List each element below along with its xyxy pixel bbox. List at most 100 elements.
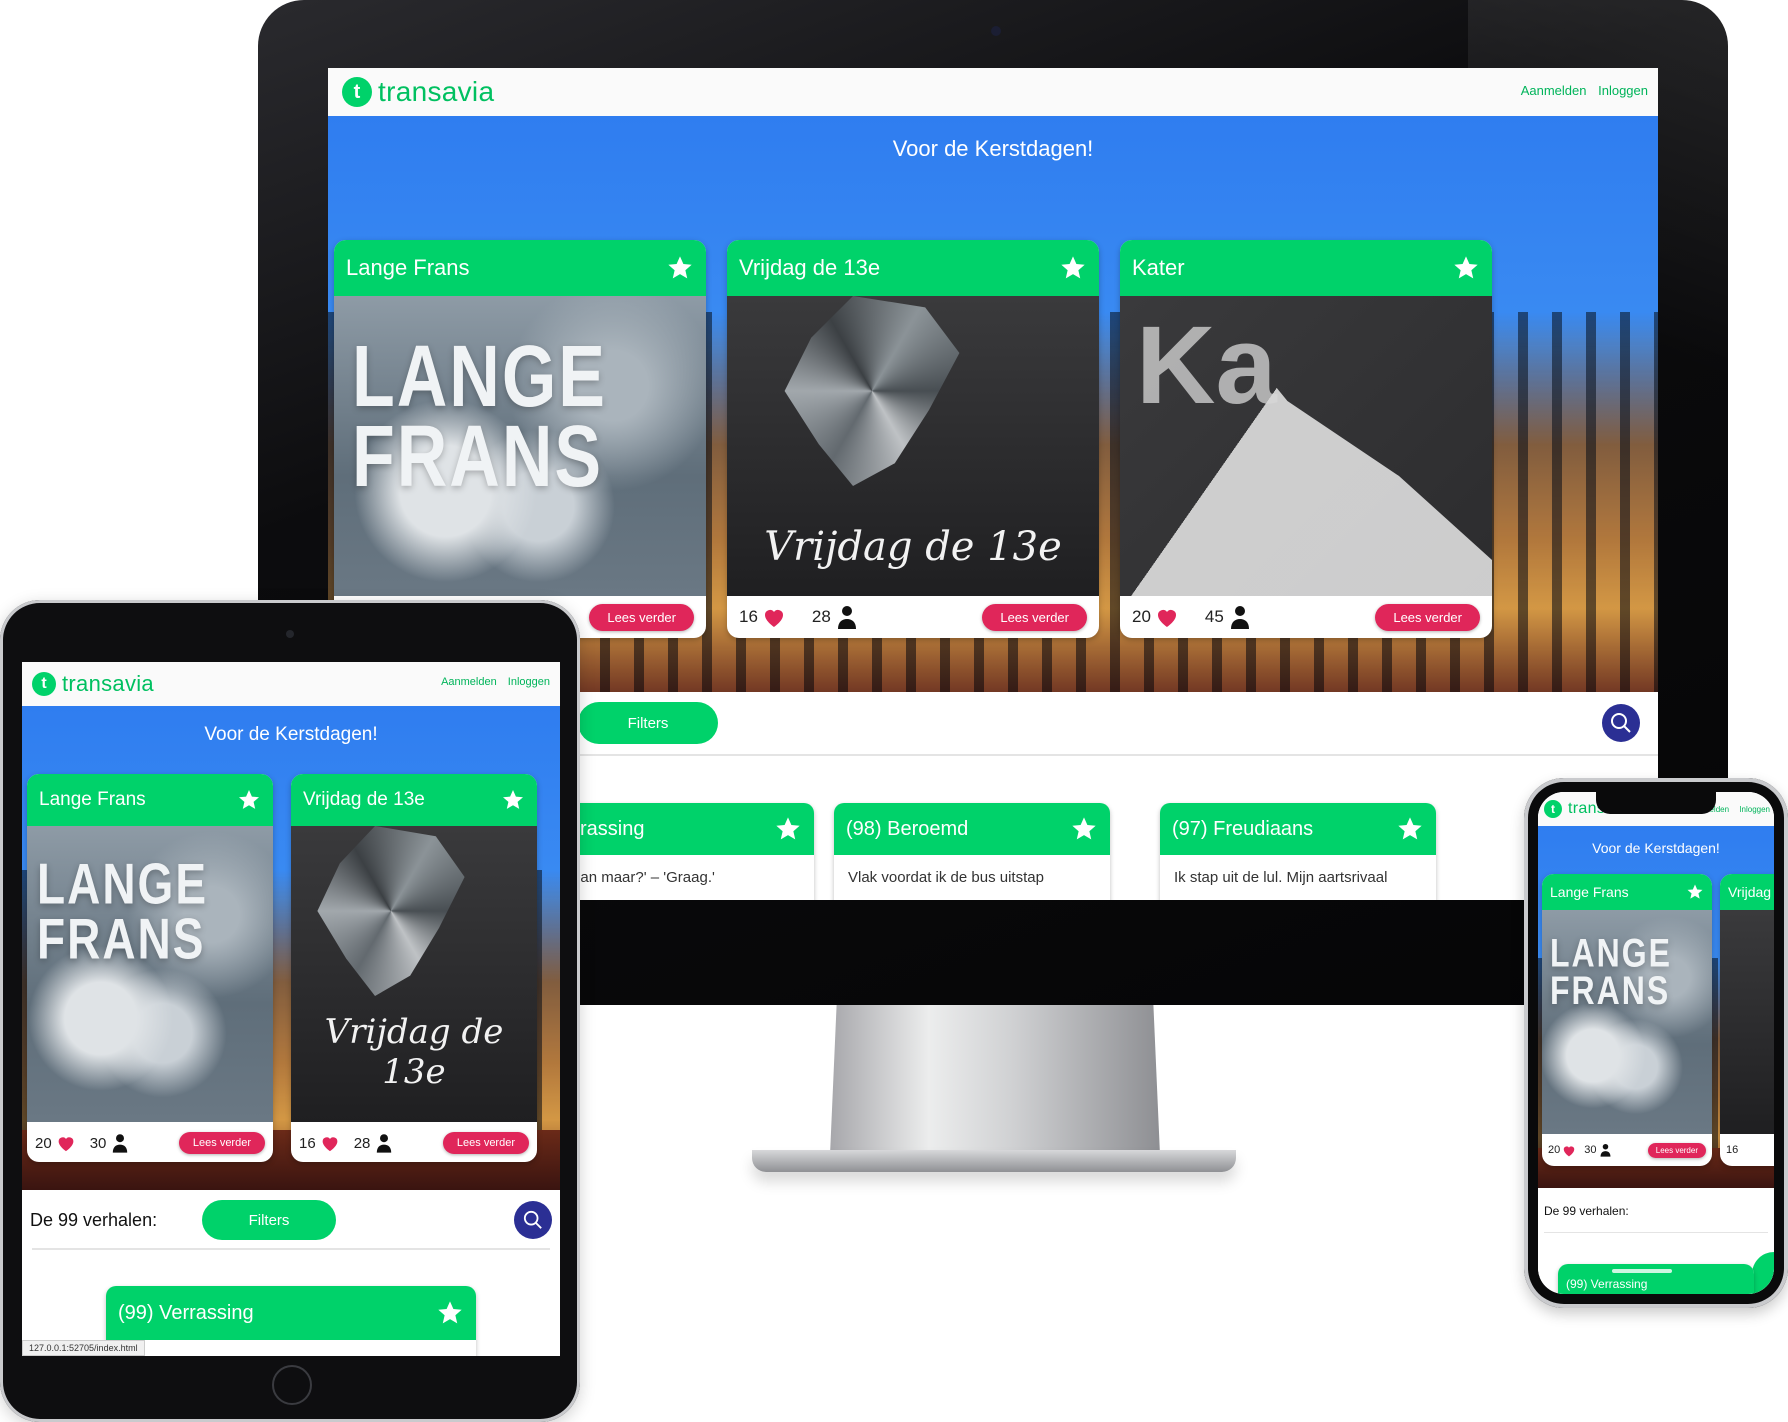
- card-title: Vrijdag de 13e: [739, 255, 881, 280]
- featured-card[interactable]: Vrijdag de 13e Vrijdag de 13e 16 28 Lees…: [727, 240, 1099, 638]
- card-title: Lange Frans: [1550, 884, 1629, 900]
- card-header: (99) Verrassing: [106, 1286, 476, 1340]
- search-icon: [1611, 713, 1631, 733]
- readers: 28: [354, 1133, 393, 1153]
- person-icon: [377, 1134, 392, 1153]
- heart-icon[interactable]: [1155, 606, 1179, 628]
- card-image: Vrijdag de 13e: [291, 826, 537, 1122]
- search-button[interactable]: [1602, 704, 1640, 742]
- card-image: LANGE FRANS: [334, 296, 706, 596]
- image-letters: Ka: [1136, 304, 1277, 427]
- featured-card[interactable]: Lange Frans LANGE FRANS 20 30 Lees verde…: [27, 774, 273, 1162]
- star-icon[interactable]: [501, 788, 525, 812]
- register-link[interactable]: Aanmelden: [1521, 83, 1587, 98]
- readers: 30: [90, 1133, 129, 1153]
- star-icon[interactable]: [436, 1299, 464, 1327]
- filters-button[interactable]: Filters: [578, 702, 718, 744]
- likes-count: 16: [739, 607, 758, 626]
- card-title: Kater: [1132, 255, 1185, 280]
- likes: 20: [1548, 1144, 1576, 1157]
- story-snippet: Ik stap uit de lul. Mijn aartsrivaal: [1174, 869, 1388, 886]
- card-header: Vrijdag de 13e: [727, 240, 1099, 296]
- readers-count: 30: [1584, 1144, 1597, 1156]
- star-icon[interactable]: [1059, 254, 1087, 282]
- filters-label: Filters: [1768, 1293, 1774, 1294]
- search-button[interactable]: [514, 1201, 552, 1239]
- readers-count: 28: [353, 1134, 371, 1152]
- story-card[interactable]: (97) Freudiaans Ik stap uit de lul. Mijn…: [1160, 803, 1436, 900]
- read-more-button[interactable]: Lees verder: [589, 603, 694, 631]
- card-image: [1720, 910, 1774, 1134]
- card-image: LANGE FRANS: [1542, 910, 1712, 1134]
- card-title: (99) Verrassing: [1566, 1277, 1648, 1291]
- card-title: Lange Frans: [39, 789, 146, 810]
- featured-card[interactable]: Vrijdag de 13e Vrijdag de 13e 16 28 Lees…: [291, 774, 537, 1162]
- hero-banner: Voor de Kerstdagen! Lange Frans LANGE FR…: [22, 706, 560, 1190]
- register-link[interactable]: Aanmelden: [441, 676, 497, 688]
- story-card[interactable]: (98) Beroemd Vlak voordat ik de bus uits…: [834, 803, 1110, 900]
- star-icon[interactable]: [1396, 815, 1424, 843]
- star-icon[interactable]: [1070, 815, 1098, 843]
- hero-title: Voor de Kerstdagen!: [204, 724, 378, 745]
- likes-count: 20: [1548, 1144, 1561, 1156]
- star-icon[interactable]: [666, 254, 694, 282]
- star-icon[interactable]: [1686, 883, 1704, 901]
- heart-icon[interactable]: [56, 1134, 76, 1152]
- person-icon: [837, 606, 856, 629]
- readers: 45: [1205, 605, 1250, 629]
- monitor-camera: [991, 26, 1001, 36]
- phone-screen: t transavia Aanmelden Inloggen Voor de K…: [1538, 792, 1774, 1294]
- heart-icon[interactable]: [320, 1134, 340, 1152]
- star-icon[interactable]: [237, 788, 261, 812]
- story-card[interactable]: (99) Verrassing: [106, 1286, 476, 1356]
- search-icon: [523, 1210, 542, 1229]
- heart-icon[interactable]: [1562, 1144, 1576, 1157]
- geometric-facets: [784, 296, 960, 486]
- featured-card[interactable]: Kater Ka 20 45 Lees verder: [1120, 240, 1492, 638]
- brand-logo[interactable]: t transavia: [342, 76, 494, 108]
- card-image: Ka: [1120, 296, 1492, 596]
- heart-icon[interactable]: [762, 606, 786, 628]
- read-more-button[interactable]: Lees verder: [1647, 1142, 1706, 1158]
- featured-card[interactable]: Vrijdag de 13e 16: [1720, 874, 1774, 1166]
- home-button[interactable]: [272, 1365, 312, 1405]
- readers-count: 28: [811, 607, 831, 626]
- filters-button[interactable]: Filters: [202, 1200, 336, 1240]
- likes-count: 20: [35, 1134, 52, 1152]
- home-indicator: [1612, 1269, 1672, 1273]
- featured-card[interactable]: Lange Frans LANGE FRANS 20 30 Lees verde…: [1542, 874, 1712, 1166]
- brand-logo[interactable]: t transavia: [32, 668, 154, 700]
- likes-count: 16: [1726, 1144, 1739, 1156]
- star-icon[interactable]: [1452, 254, 1480, 282]
- read-more-button[interactable]: Lees verder: [982, 603, 1087, 631]
- read-more-button[interactable]: Lees verder: [442, 1132, 529, 1154]
- phone-notch: [1596, 792, 1716, 814]
- featured-card[interactable]: Lange Frans LANGE FRANS Lees verder: [334, 240, 706, 638]
- likes: 16: [299, 1134, 340, 1152]
- card-title: Lange Frans: [346, 255, 470, 280]
- read-more-button[interactable]: Lees verder: [178, 1132, 265, 1154]
- card-footer: 20 30 Lees verder: [27, 1122, 273, 1162]
- star-icon[interactable]: [774, 815, 802, 843]
- image-caption: Vrijdag de 13e: [764, 524, 1062, 570]
- likes-count: 20: [1132, 607, 1151, 626]
- readers-count: 45: [1204, 607, 1224, 626]
- read-more-button[interactable]: Lees verder: [1375, 603, 1480, 631]
- card-title: (97) Freudiaans: [1172, 817, 1314, 840]
- hero-title: Voor de Kerstdagen!: [892, 136, 1094, 161]
- card-footer: 20 30 Lees verder: [1542, 1134, 1712, 1166]
- card-header: Lange Frans: [334, 240, 706, 296]
- login-link[interactable]: Inloggen: [1739, 805, 1770, 814]
- login-link[interactable]: Inloggen: [508, 676, 550, 688]
- card-header: Vrijdag de 13e: [291, 774, 537, 826]
- likes-count: 16: [299, 1134, 316, 1152]
- card-header: (97) Freudiaans: [1160, 803, 1436, 855]
- login-link[interactable]: Inloggen: [1598, 83, 1648, 98]
- web-app-phone: t transavia Aanmelden Inloggen Voor de K…: [1538, 792, 1774, 1294]
- divider: [32, 1248, 550, 1250]
- monitor-base: [752, 1150, 1236, 1172]
- monitor-stand: [830, 1005, 1160, 1155]
- transavia-logo-icon: t: [342, 77, 372, 107]
- image-text: LANGE FRANS: [37, 851, 208, 971]
- filters-side-button[interactable]: Filters: [1752, 1252, 1774, 1294]
